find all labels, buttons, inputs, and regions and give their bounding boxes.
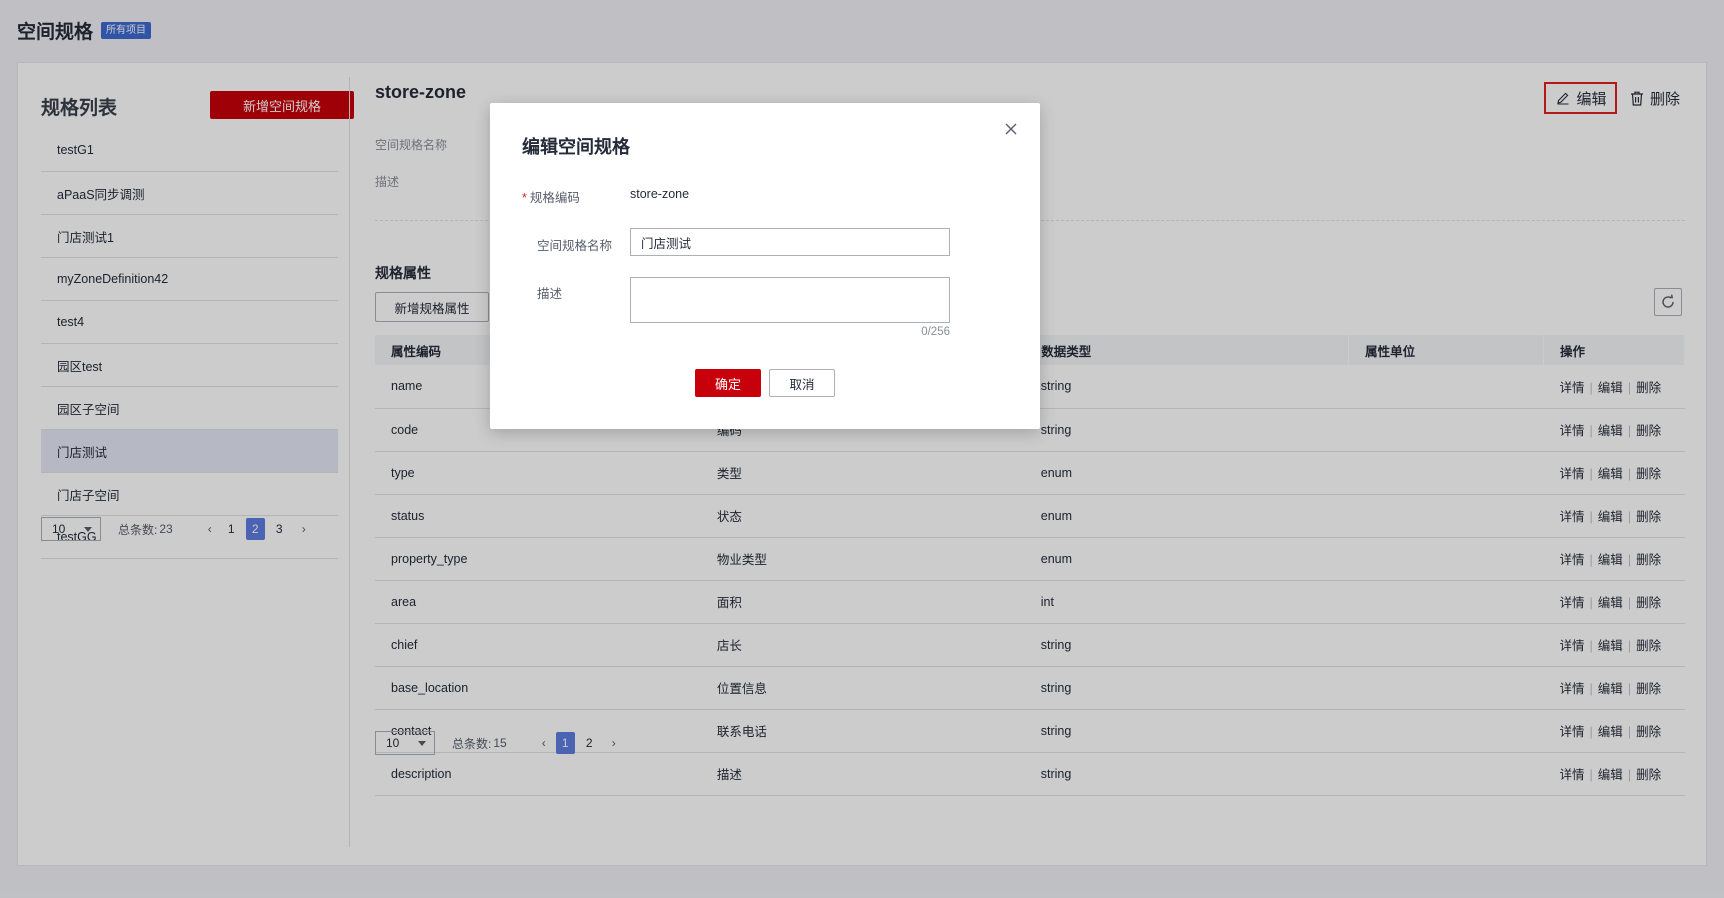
name-label: 空间规格名称 <box>537 239 613 253</box>
description-textarea[interactable] <box>630 277 950 323</box>
code-value: store-zone <box>630 187 690 201</box>
desc-label: 描述 <box>537 287 563 301</box>
edit-spec-dialog: 编辑空间规格 *规格编码 store-zone 空间规格名称 描述 0/256 … <box>490 103 1040 429</box>
dialog-title: 编辑空间规格 <box>522 137 630 157</box>
code-label-text: 规格编码 <box>529 191 580 205</box>
cancel-button[interactable]: 取消 <box>769 369 835 397</box>
close-icon[interactable] <box>1002 120 1020 138</box>
confirm-button[interactable]: 确定 <box>695 369 761 397</box>
code-label: * 规格编码 <box>522 187 580 206</box>
char-counter: 0/256 <box>921 326 950 338</box>
spec-name-input[interactable] <box>630 228 950 256</box>
required-mark: * <box>522 191 527 205</box>
